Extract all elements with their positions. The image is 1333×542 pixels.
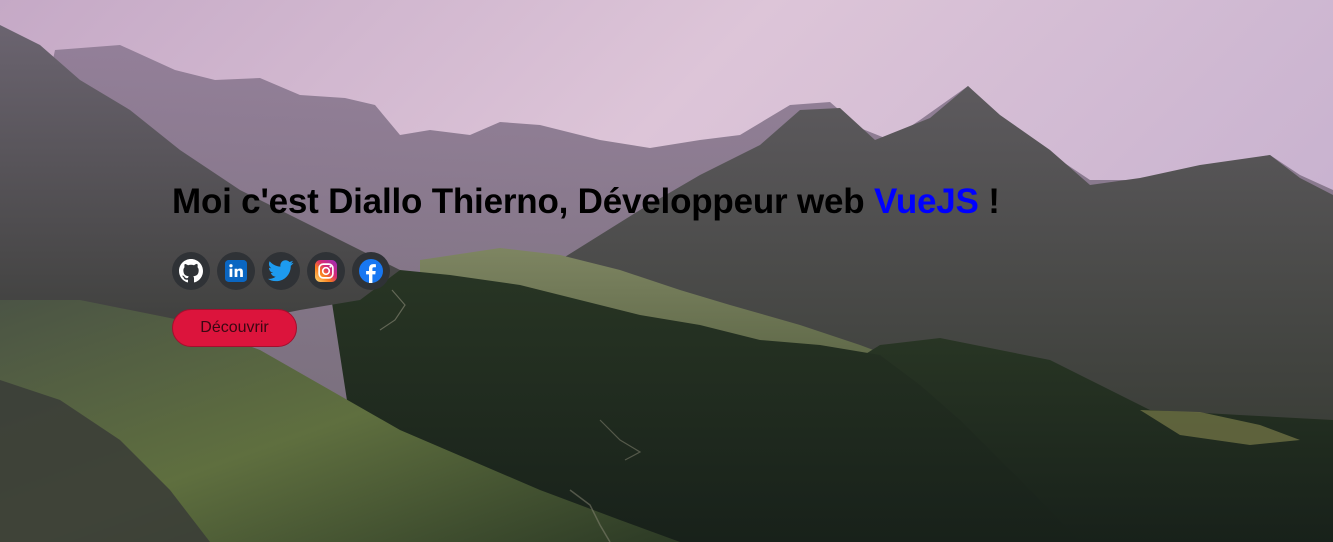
hero-headline: Moi c'est Diallo Thierno, Développeur we…: [172, 178, 1000, 226]
twitter-icon: [268, 260, 294, 282]
facebook-link[interactable]: [352, 252, 390, 290]
linkedin-icon: [225, 260, 247, 282]
hero-content: Moi c'est Diallo Thierno, Développeur we…: [172, 178, 1000, 347]
instagram-link[interactable]: [307, 252, 345, 290]
discover-button[interactable]: Découvrir: [172, 309, 297, 347]
twitter-link[interactable]: [262, 252, 300, 290]
social-links: [172, 252, 1000, 290]
headline-suffix: !: [978, 182, 1000, 221]
instagram-icon: [315, 260, 337, 282]
headline-text: Moi c'est Diallo Thierno, Développeur we…: [172, 182, 874, 221]
headline-accent: VueJS: [874, 182, 979, 221]
facebook-icon: [359, 259, 383, 283]
linkedin-link[interactable]: [217, 252, 255, 290]
github-icon: [179, 259, 203, 283]
github-link[interactable]: [172, 252, 210, 290]
hero-section: Moi c'est Diallo Thierno, Développeur we…: [0, 0, 1333, 542]
